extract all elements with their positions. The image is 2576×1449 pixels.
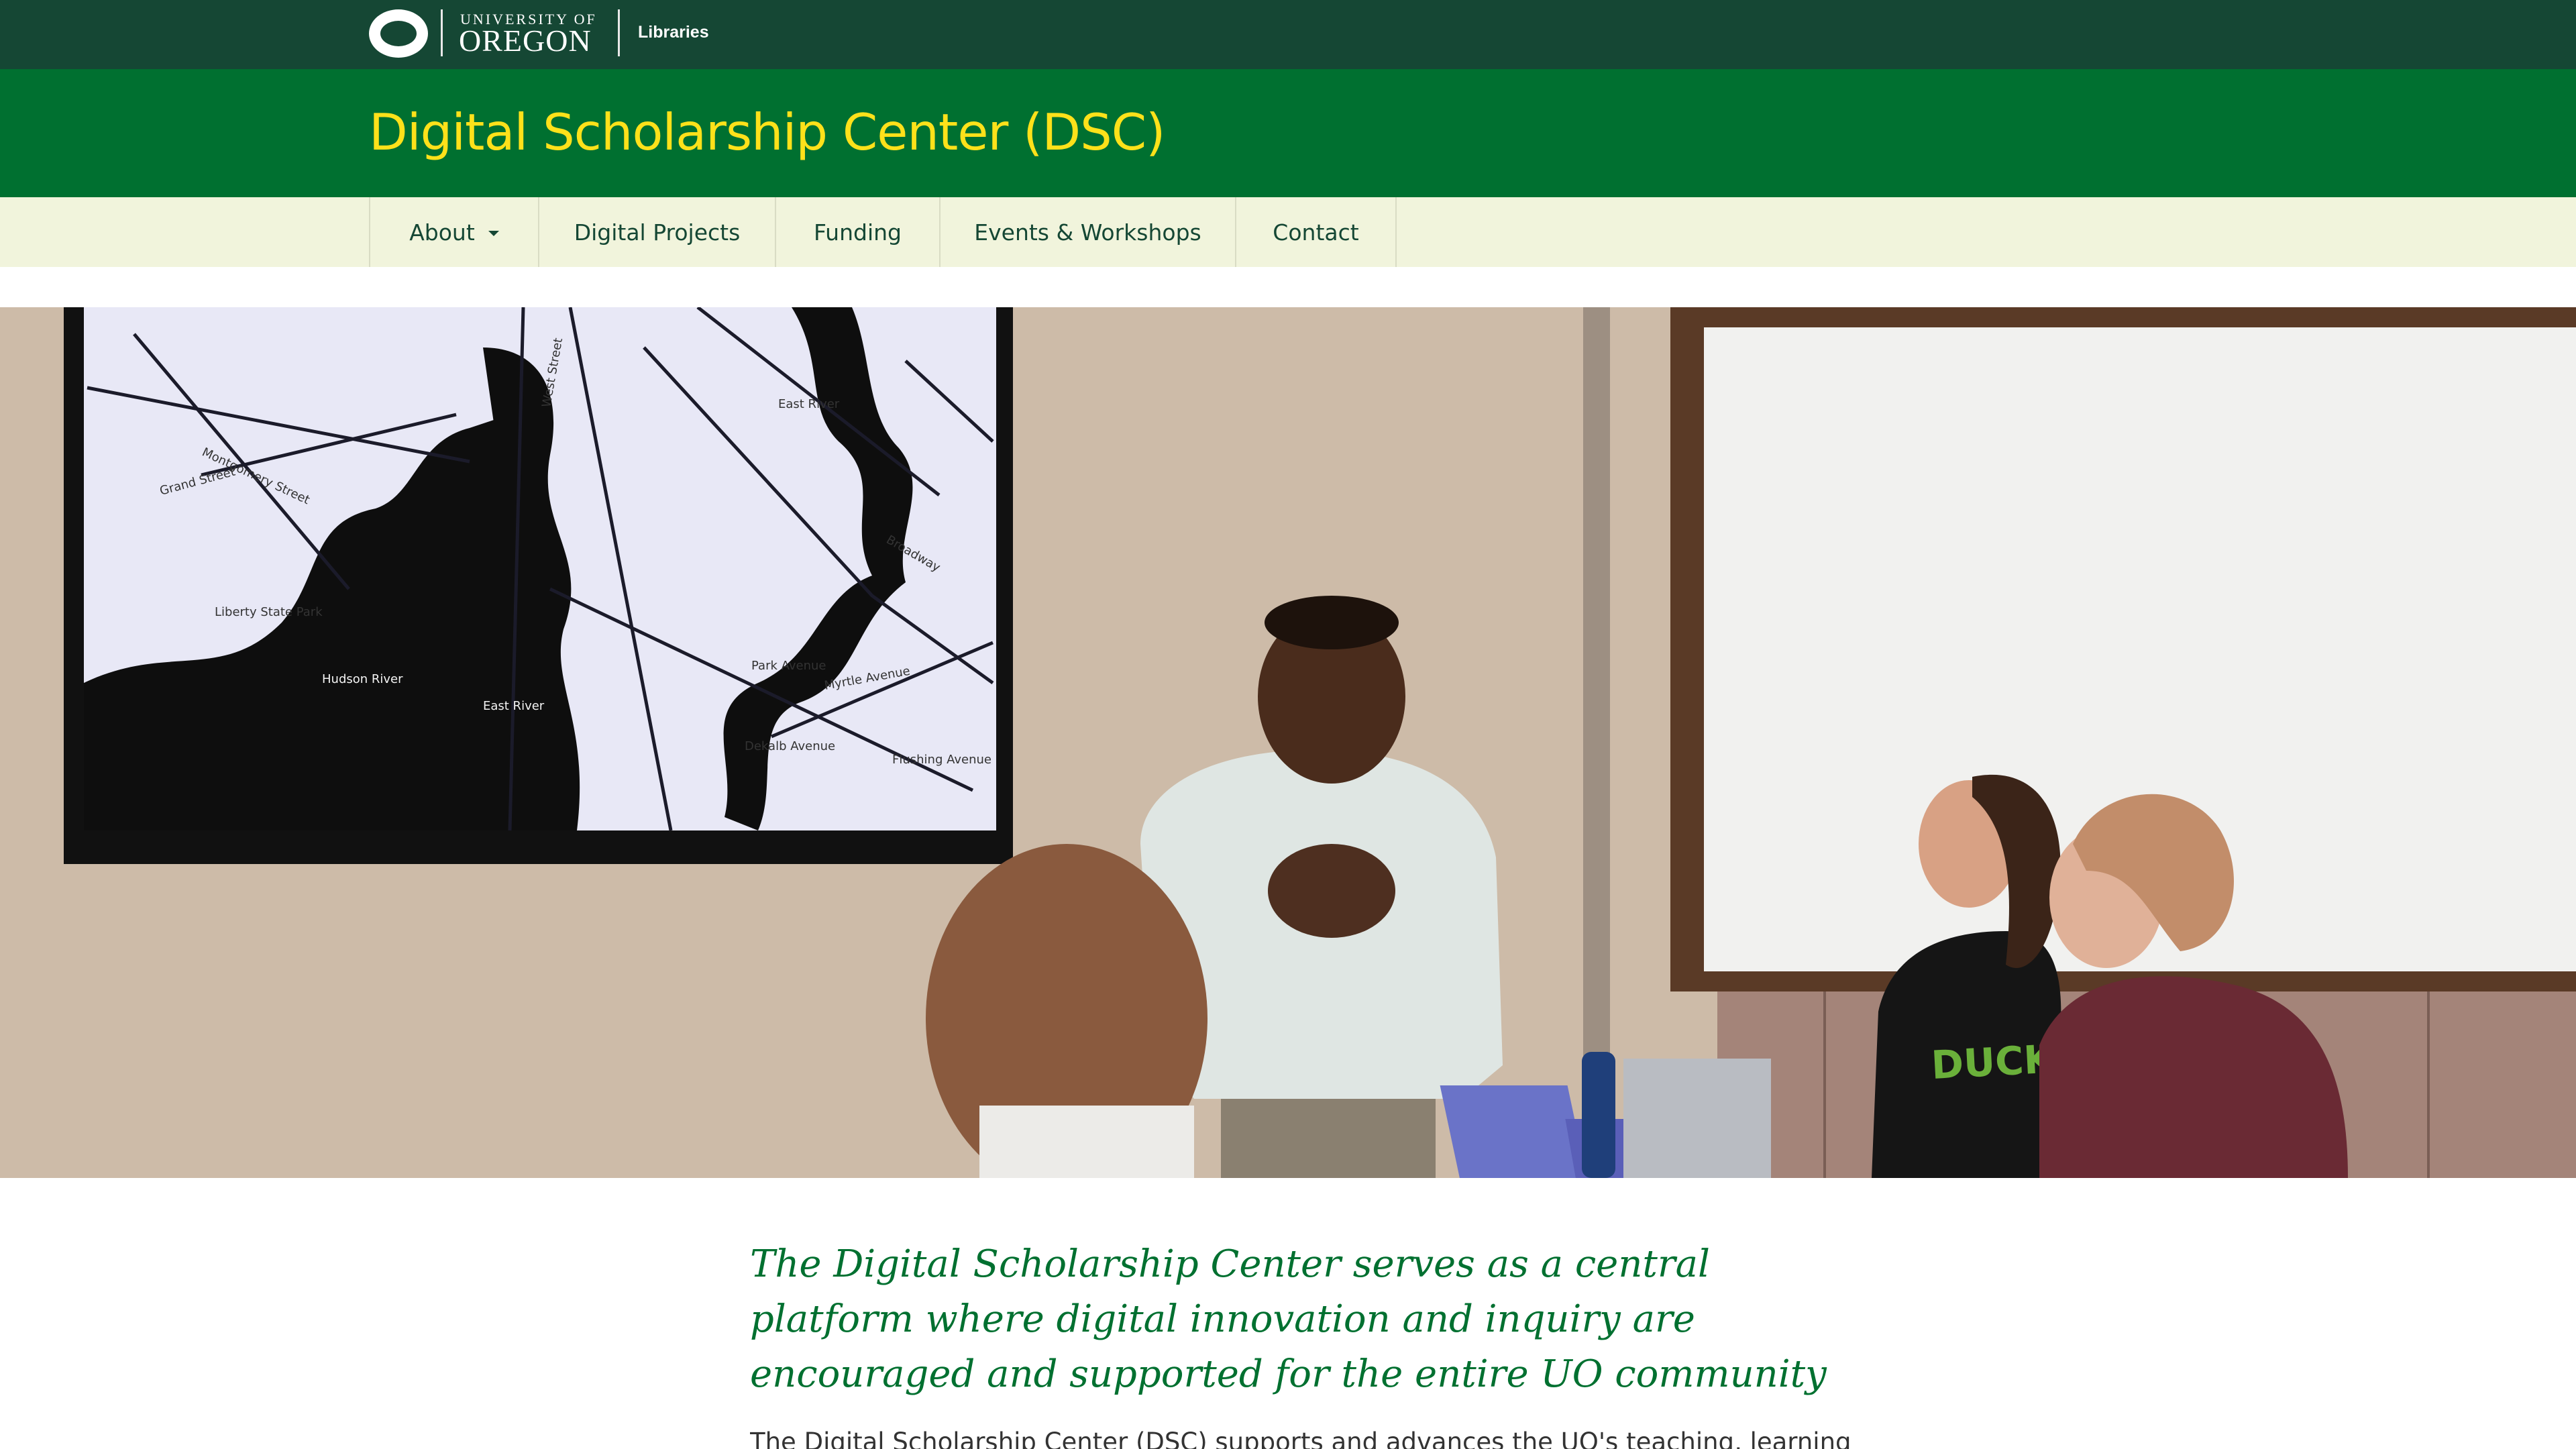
- site-banner: Digital Scholarship Center (DSC): [0, 69, 2576, 197]
- oregon-wordmark[interactable]: OREGON: [459, 23, 592, 58]
- laptop-blue: [1440, 1085, 1587, 1178]
- laptop-silver: [1623, 1059, 1771, 1178]
- nav-item-label: Digital Projects: [574, 219, 741, 246]
- libraries-link[interactable]: Libraries: [638, 23, 709, 42]
- map-label-east-river: East River: [778, 397, 840, 411]
- presenter-hands: [1268, 844, 1395, 938]
- intro-body: The Digital Scholarship Center (DSC) sup…: [750, 1428, 1850, 1449]
- nav-item-digital-projects[interactable]: Digital Projects: [538, 197, 775, 267]
- nav-item-funding[interactable]: Funding: [775, 197, 939, 267]
- map-label-dekalb-avenue: Dekalb Avenue: [745, 739, 835, 753]
- nav-item-label: Events & Workshops: [974, 219, 1201, 246]
- intro-lead: The Digital Scholarship Center serves as…: [750, 1242, 1827, 1396]
- nav-divider: [1395, 197, 1397, 267]
- nav-item-label: Contact: [1273, 219, 1359, 246]
- student-left: [926, 844, 1208, 1178]
- libraries-divider: [618, 9, 620, 56]
- map-label-east-river-south: East River: [483, 699, 545, 713]
- presenter-hair: [1265, 596, 1399, 649]
- wall-column: [1583, 307, 1610, 1178]
- map-label-hudson-river: Hudson River: [322, 672, 403, 686]
- student-top: [979, 1106, 1194, 1178]
- nav-item-about[interactable]: About: [369, 197, 538, 267]
- map-label-park-avenue: Park Avenue: [751, 659, 826, 673]
- main-navigation: About Digital Projects Funding Events & …: [0, 197, 2576, 267]
- nav-item-events-workshops[interactable]: Events & Workshops: [939, 197, 1235, 267]
- caret-down-icon: [488, 231, 499, 236]
- university-top-bar: UNIVERSITY OF OREGON Libraries: [0, 0, 2576, 69]
- nav-item-contact[interactable]: Contact: [1235, 197, 1395, 267]
- hero-image: West Street East River Liberty State Par…: [0, 307, 2576, 1178]
- map-label-flushing-avenue: Flushing Avenue: [892, 753, 991, 767]
- water-bottle: [1582, 1052, 1615, 1178]
- uo-o-logo-icon[interactable]: [369, 9, 428, 58]
- map-label-liberty-state-park: Liberty State Park: [215, 605, 323, 619]
- nav-item-label: Funding: [814, 219, 902, 246]
- logo-divider: [441, 9, 443, 56]
- hero-illustration: West Street East River Liberty State Par…: [0, 307, 2576, 1178]
- nav-item-label: About: [409, 219, 475, 246]
- site-title[interactable]: Digital Scholarship Center (DSC): [369, 103, 1165, 162]
